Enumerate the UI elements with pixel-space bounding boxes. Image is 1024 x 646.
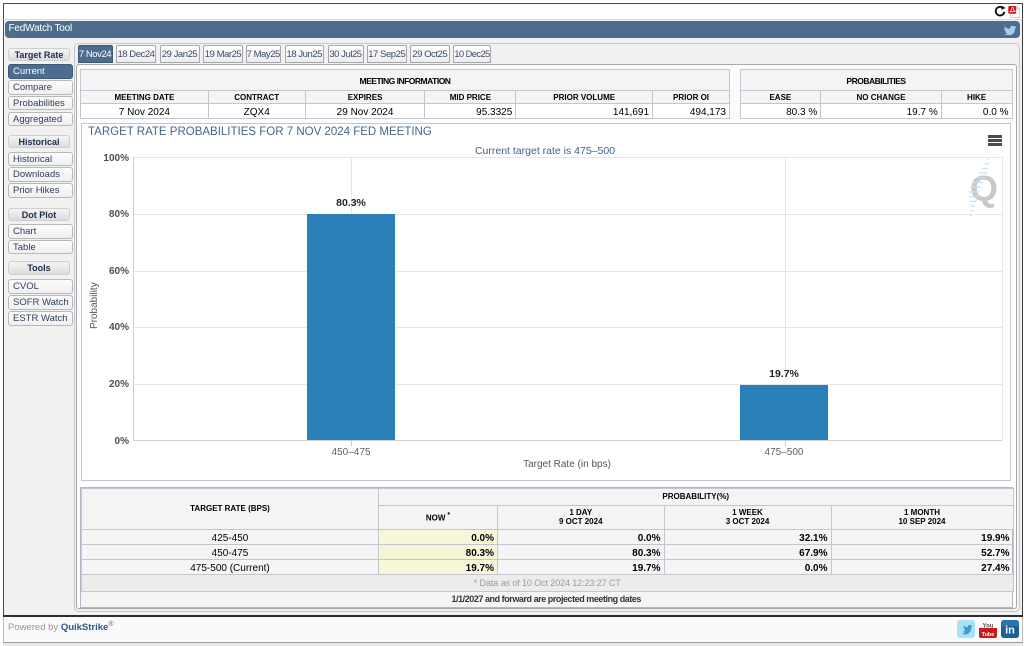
svg-text:You: You bbox=[982, 624, 993, 630]
svg-text:Tube: Tube bbox=[981, 632, 994, 638]
svg-text:in: in bbox=[1005, 625, 1015, 637]
